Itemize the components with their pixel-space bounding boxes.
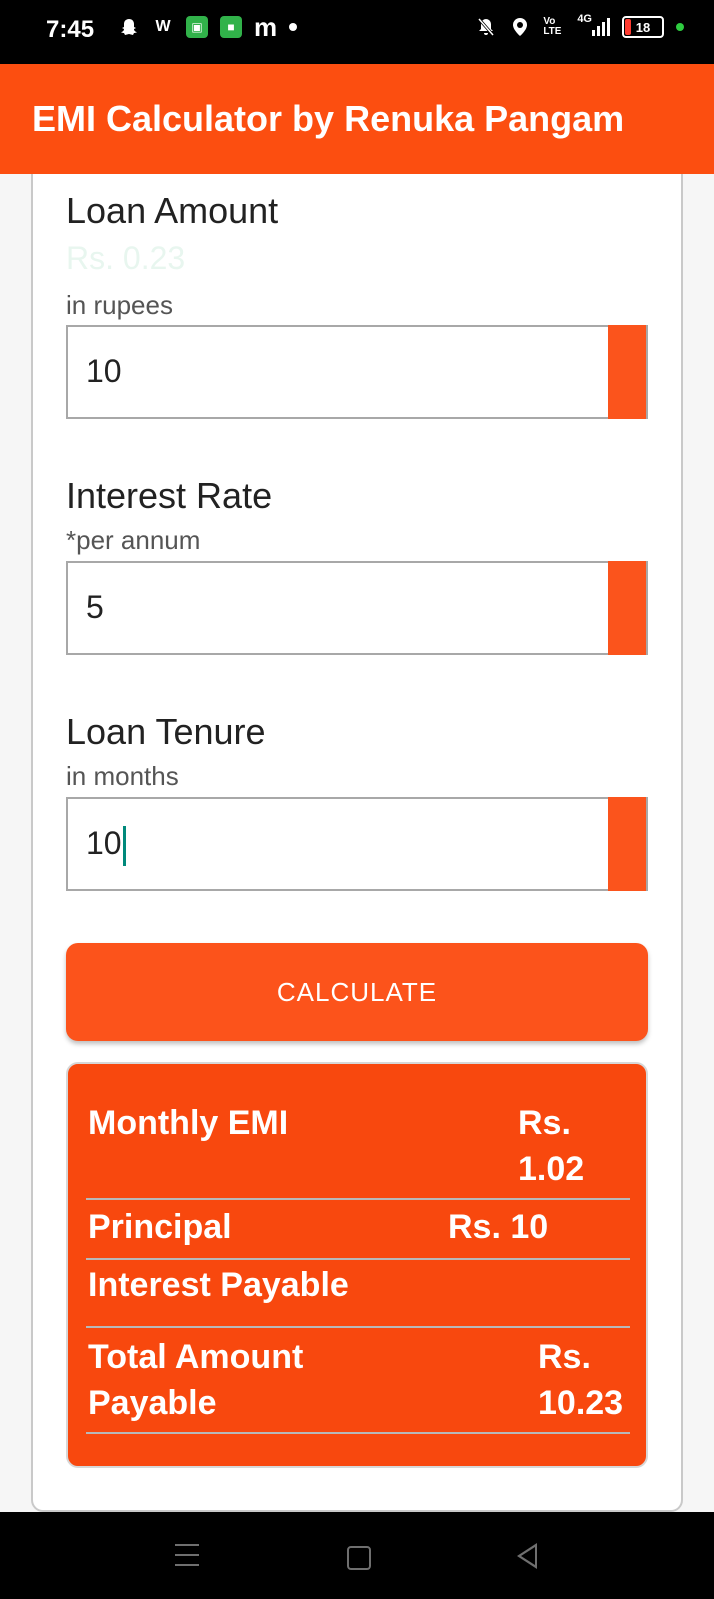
loan-amount-label: Loan Amount xyxy=(66,190,279,231)
interest-rate-label: Interest Rate xyxy=(66,475,273,516)
app-notification-icon: ▣ xyxy=(186,16,208,38)
loan-tenure-accent xyxy=(608,797,646,891)
app-title: EMI Calculator by Renuka Pangam xyxy=(32,98,625,139)
total-amount-label-line2: Payable xyxy=(88,1384,217,1422)
results-divider xyxy=(86,1432,630,1434)
text-cursor xyxy=(122,825,126,866)
monthly-emi-label: Monthly EMI xyxy=(88,1104,289,1142)
mute-bell-icon xyxy=(475,16,497,38)
status-time: 7:45 xyxy=(46,16,95,43)
loan-tenure-input[interactable]: 10 xyxy=(66,797,648,891)
loan-amount-accent xyxy=(608,325,646,419)
snapchat-icon xyxy=(118,16,140,38)
loan-tenure-hint: in months xyxy=(66,761,179,791)
principal-label: Principal xyxy=(88,1208,232,1246)
loan-amount-preview: Rs. 0.23 xyxy=(66,240,186,276)
loan-amount-hint: in rupees xyxy=(66,290,173,320)
m-app-icon: m xyxy=(254,11,278,42)
interest-rate-accent xyxy=(608,561,646,655)
status-notification-icons: W ▣ ■ m xyxy=(118,11,298,42)
loan-amount-value: 10 xyxy=(86,353,122,389)
interest-rate-hint: *per annum xyxy=(66,525,201,555)
status-system-icons: Vo LTE 4G 18 xyxy=(475,13,684,38)
location-icon xyxy=(509,16,531,38)
interest-payable-label: Interest Payable xyxy=(88,1266,349,1304)
back-icon[interactable] xyxy=(517,1543,537,1569)
principal-value: Rs. 10 xyxy=(448,1208,549,1246)
volte-icon: Vo LTE xyxy=(543,16,562,37)
network-type: 4G xyxy=(577,13,592,25)
status-bar: 7:45 W ▣ ■ m Vo LTE 4G 18 xyxy=(0,0,714,64)
results-divider xyxy=(86,1258,630,1260)
loan-tenure-value-wrap: 10 xyxy=(86,825,126,866)
navigation-bar xyxy=(0,1512,714,1599)
battery-level: 18 xyxy=(635,19,651,35)
recent-apps-icon[interactable] xyxy=(175,1544,199,1574)
messages-icon: ■ xyxy=(220,16,242,38)
battery-icon: 18 xyxy=(622,16,664,38)
total-amount-label-line1: Total Amount xyxy=(88,1338,304,1376)
monthly-emi-value-line1: Rs. xyxy=(518,1104,571,1142)
total-amount-value-line1: Rs. xyxy=(538,1338,591,1376)
loan-tenure-label: Loan Tenure xyxy=(66,711,266,752)
app-bar: EMI Calculator by Renuka Pangam xyxy=(0,64,714,174)
calculate-button[interactable]: CALCULATE xyxy=(66,943,648,1041)
interest-rate-input[interactable]: 5 xyxy=(66,561,648,655)
signal-icon: 4G xyxy=(577,13,610,38)
loan-tenure-value: 10 xyxy=(86,825,122,861)
monthly-emi-value-line2: 1.02 xyxy=(518,1150,585,1188)
results-panel: Monthly EMI Rs. 1.02 Principal Rs. 10 In… xyxy=(66,1062,648,1468)
results-divider xyxy=(86,1326,630,1328)
interest-rate-value: 5 xyxy=(86,589,104,625)
more-notifications-dot-icon xyxy=(289,23,298,31)
home-icon[interactable] xyxy=(347,1546,371,1570)
total-amount-value-line2: 10.23 xyxy=(538,1384,624,1422)
loan-amount-input[interactable]: 10 xyxy=(66,325,648,419)
calculate-button-label: CALCULATE xyxy=(276,976,438,1007)
results-divider xyxy=(86,1198,630,1200)
wifi-calling-icon: W xyxy=(155,18,171,35)
privacy-indicator-dot-icon xyxy=(676,23,684,31)
